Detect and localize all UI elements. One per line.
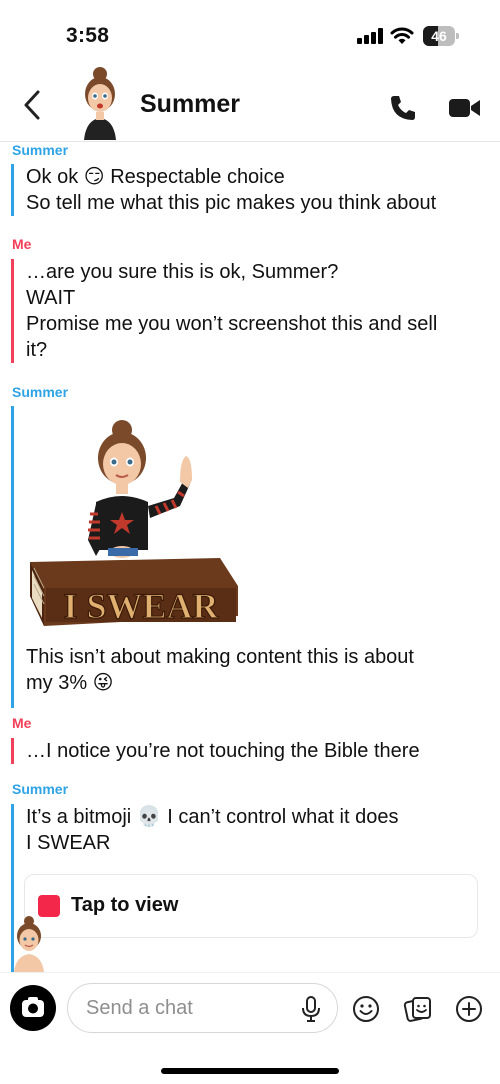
message-list[interactable]: Summer Ok ok 😏 Respectable choice So tel…	[0, 142, 500, 972]
message-group: …are you sure this is ok, Summer? WAIT P…	[11, 259, 491, 363]
chat-input[interactable]: Send a chat	[67, 983, 338, 1033]
sender-label: Me	[12, 236, 32, 252]
sticker-icon[interactable]	[403, 994, 433, 1024]
sender-label: Summer	[12, 384, 69, 400]
smiley-icon[interactable]	[352, 995, 380, 1023]
chat-header: Summer	[0, 67, 500, 142]
typing-bitmoji-avatar	[14, 916, 44, 972]
bitmoji-caption: I SWEAR	[63, 586, 219, 626]
bitmoji-avatar[interactable]	[70, 64, 130, 140]
message-text: Ok ok 😏 Respectable choice	[26, 166, 285, 188]
message-text: So tell me what this pic makes you think…	[26, 192, 437, 214]
message-text: This isn’t about making content this is …	[26, 646, 414, 668]
chat-input-placeholder: Send a chat	[86, 997, 193, 1019]
message-text: Promise me you won’t screenshot this and…	[26, 313, 438, 335]
snap-attachment-card[interactable]: Tap to view	[24, 874, 478, 938]
video-camera-icon[interactable]	[448, 96, 482, 120]
camera-icon	[22, 997, 44, 1017]
message-text: my 3% 😜	[26, 672, 114, 694]
sender-label: Summer	[12, 781, 69, 797]
wifi-icon	[390, 27, 414, 44]
message-text: …I notice you’re not touching the Bible …	[26, 740, 420, 762]
chat-title[interactable]: Summer	[140, 90, 240, 119]
battery-level: 46	[431, 28, 447, 44]
status-bar: 3:58 46	[0, 0, 500, 70]
tap-to-view-label: Tap to view	[71, 894, 179, 916]
signal-icon	[357, 28, 383, 44]
plus-icon[interactable]	[455, 995, 483, 1023]
composer-bar: Send a chat	[0, 972, 500, 1084]
bitmoji-sticker-i-swear[interactable]: I SWEAR	[24, 410, 246, 636]
battery-icon: 46	[423, 26, 459, 46]
status-time: 3:58	[66, 24, 110, 47]
back-chevron-icon[interactable]	[18, 88, 48, 122]
home-indicator	[161, 1068, 339, 1074]
sender-label: Me	[12, 715, 32, 731]
message-group: Ok ok 😏 Respectable choice So tell me wh…	[11, 164, 491, 216]
message-text-block: This isn’t about making content this is …	[11, 644, 491, 696]
message-group: …I notice you’re not touching the Bible …	[11, 738, 491, 764]
message-text: …are you sure this is ok, Summer?	[26, 261, 339, 283]
sender-label: Summer	[12, 142, 69, 158]
message-text: I SWEAR	[26, 832, 111, 854]
phone-icon[interactable]	[388, 93, 418, 123]
message-text: It’s a bitmoji 💀 I can’t control what it…	[26, 806, 399, 828]
message-text: it?	[26, 339, 48, 361]
camera-button[interactable]	[10, 985, 56, 1031]
message-text: WAIT	[26, 287, 76, 309]
microphone-icon[interactable]	[300, 995, 322, 1023]
